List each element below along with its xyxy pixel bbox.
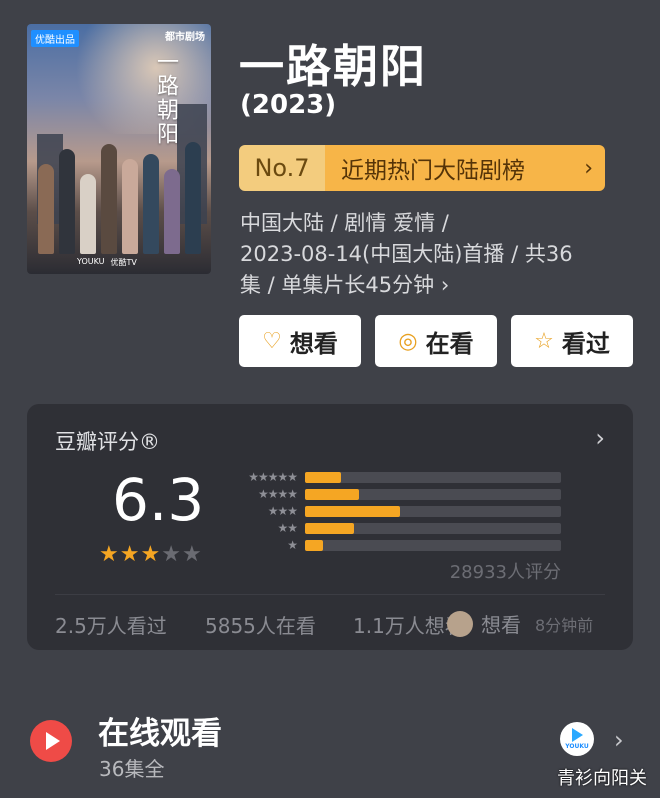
online-watch-title[interactable]: 在线观看 — [98, 708, 222, 753]
rating-stars: ★★★★★ — [99, 542, 203, 567]
cast-figure — [142, 154, 159, 254]
poster-badge: 优酷出品 — [31, 30, 79, 47]
cast-figure — [121, 159, 138, 254]
distribution-row: ★★★★ — [227, 487, 561, 501]
poster-logos: YOUKU 优酷TV — [77, 257, 137, 268]
online-watch-subtitle: 36集全 — [99, 757, 165, 781]
distribution-bar — [305, 539, 323, 551]
meta-line: 2023-08-14(中国大陆)首播 / 共36 — [240, 242, 573, 266]
rating-score: 6.3 — [112, 466, 205, 534]
poster-image[interactable]: 优酷出品 都市剧场 一路朝阳 YOUKU 优酷TV — [27, 24, 211, 274]
want-button[interactable]: ♡ 想看 — [239, 315, 361, 367]
distribution-row: ★★ — [227, 521, 561, 535]
watching-button[interactable]: ◎ 在看 — [375, 315, 497, 367]
cast-figure — [79, 174, 96, 254]
cast-figure — [100, 144, 117, 254]
distribution-row: ★★★★★ — [227, 470, 561, 484]
rank-number: No.7 — [239, 145, 325, 191]
distribution-track — [305, 505, 561, 517]
poster-cast — [35, 134, 203, 254]
cast-figure — [37, 164, 54, 254]
play-icon[interactable] — [30, 720, 72, 762]
cast-figure — [184, 142, 201, 254]
distribution-stars-label: ★★ — [277, 521, 298, 535]
distribution-stars-label: ★★★ — [267, 504, 298, 518]
chevron-right-icon[interactable]: › — [595, 424, 605, 452]
friend-activity[interactable]: 想看 8分钟前 — [447, 609, 593, 638]
youku-play-shape — [571, 728, 583, 742]
distribution-track — [305, 539, 561, 551]
youku-logo-icon[interactable]: YOUKU — [560, 722, 594, 756]
divider — [55, 594, 605, 595]
distribution-track — [305, 522, 561, 534]
movie-title: 一路朝阳 — [239, 40, 428, 93]
watching-button-label: 在看 — [425, 329, 474, 358]
friend-time: 8分钟前 — [535, 615, 594, 635]
distribution-bar — [305, 488, 359, 500]
distribution-stars-label: ★ — [287, 538, 298, 552]
distribution-row: ★ — [227, 538, 561, 552]
rating-title: 豆瓣评分® — [55, 430, 160, 454]
movie-year: (2023) — [240, 90, 337, 120]
poster-logo: YOUKU — [77, 257, 105, 266]
star-filled-icon: ★ — [99, 542, 120, 567]
rating-count[interactable]: 28933人评分 — [450, 558, 561, 584]
watched-button[interactable]: ☆ 看过 — [511, 315, 633, 367]
watched-button-label: 看过 — [561, 329, 610, 358]
meta-line: 中国大陆 / 剧情 爱情 / — [240, 211, 449, 235]
movie-meta[interactable]: 中国大陆 / 剧情 爱情 / 2023-08-14(中国大陆)首播 / 共36 … — [240, 208, 610, 301]
stat-watched[interactable]: 2.5万人看过 — [55, 610, 167, 639]
distribution-track — [305, 471, 561, 483]
distribution-row: ★★★ — [227, 504, 561, 518]
stat-watching[interactable]: 5855人在看 — [205, 610, 316, 639]
distribution-track — [305, 488, 561, 500]
chevron-right-icon: › — [584, 155, 593, 181]
rank-label-box: 近期热门大陆剧榜 › — [325, 145, 605, 191]
distribution-bar — [305, 471, 341, 483]
distribution-bar — [305, 505, 400, 517]
star-empty-icon: ★ — [181, 542, 203, 567]
want-button-label: 想看 — [289, 329, 338, 358]
star-filled-icon: ★ — [119, 542, 141, 567]
star-empty-icon: ★ — [161, 542, 182, 567]
poster-logo: 优酷TV — [110, 258, 137, 267]
watermark: 青衫向阳关 — [557, 768, 647, 789]
friend-action: 想看 — [481, 613, 521, 637]
rating-panel[interactable]: 豆瓣评分® › 6.3 ★★★★★ ★★★★★ ★★★★ ★★★ ★★ ★ 28933人… — [27, 404, 633, 650]
rank-label: 近期热门大陆剧榜 — [341, 158, 525, 184]
heart-plus-icon: ♡ — [262, 328, 282, 354]
poster-title-art: 一路朝阳 — [153, 50, 178, 146]
distribution-bar — [305, 522, 354, 534]
rank-banner[interactable]: No.7 近期热门大陆剧榜 › — [239, 145, 605, 191]
target-icon: ◎ — [398, 328, 418, 354]
star-filled-icon: ★ — [140, 542, 162, 567]
distribution-stars-label: ★★★★ — [257, 487, 298, 501]
youku-label: YOUKU — [565, 743, 589, 750]
distribution-stars-label: ★★★★★ — [248, 470, 298, 484]
chevron-right-icon[interactable]: › — [614, 726, 624, 754]
avatar — [447, 610, 473, 637]
star-outline-icon: ☆ — [534, 328, 554, 354]
cast-figure — [163, 169, 180, 254]
cast-figure — [58, 149, 75, 254]
meta-line: 集 / 单集片长45分钟 › — [240, 273, 450, 297]
poster-brand: 都市剧场 — [165, 32, 205, 43]
